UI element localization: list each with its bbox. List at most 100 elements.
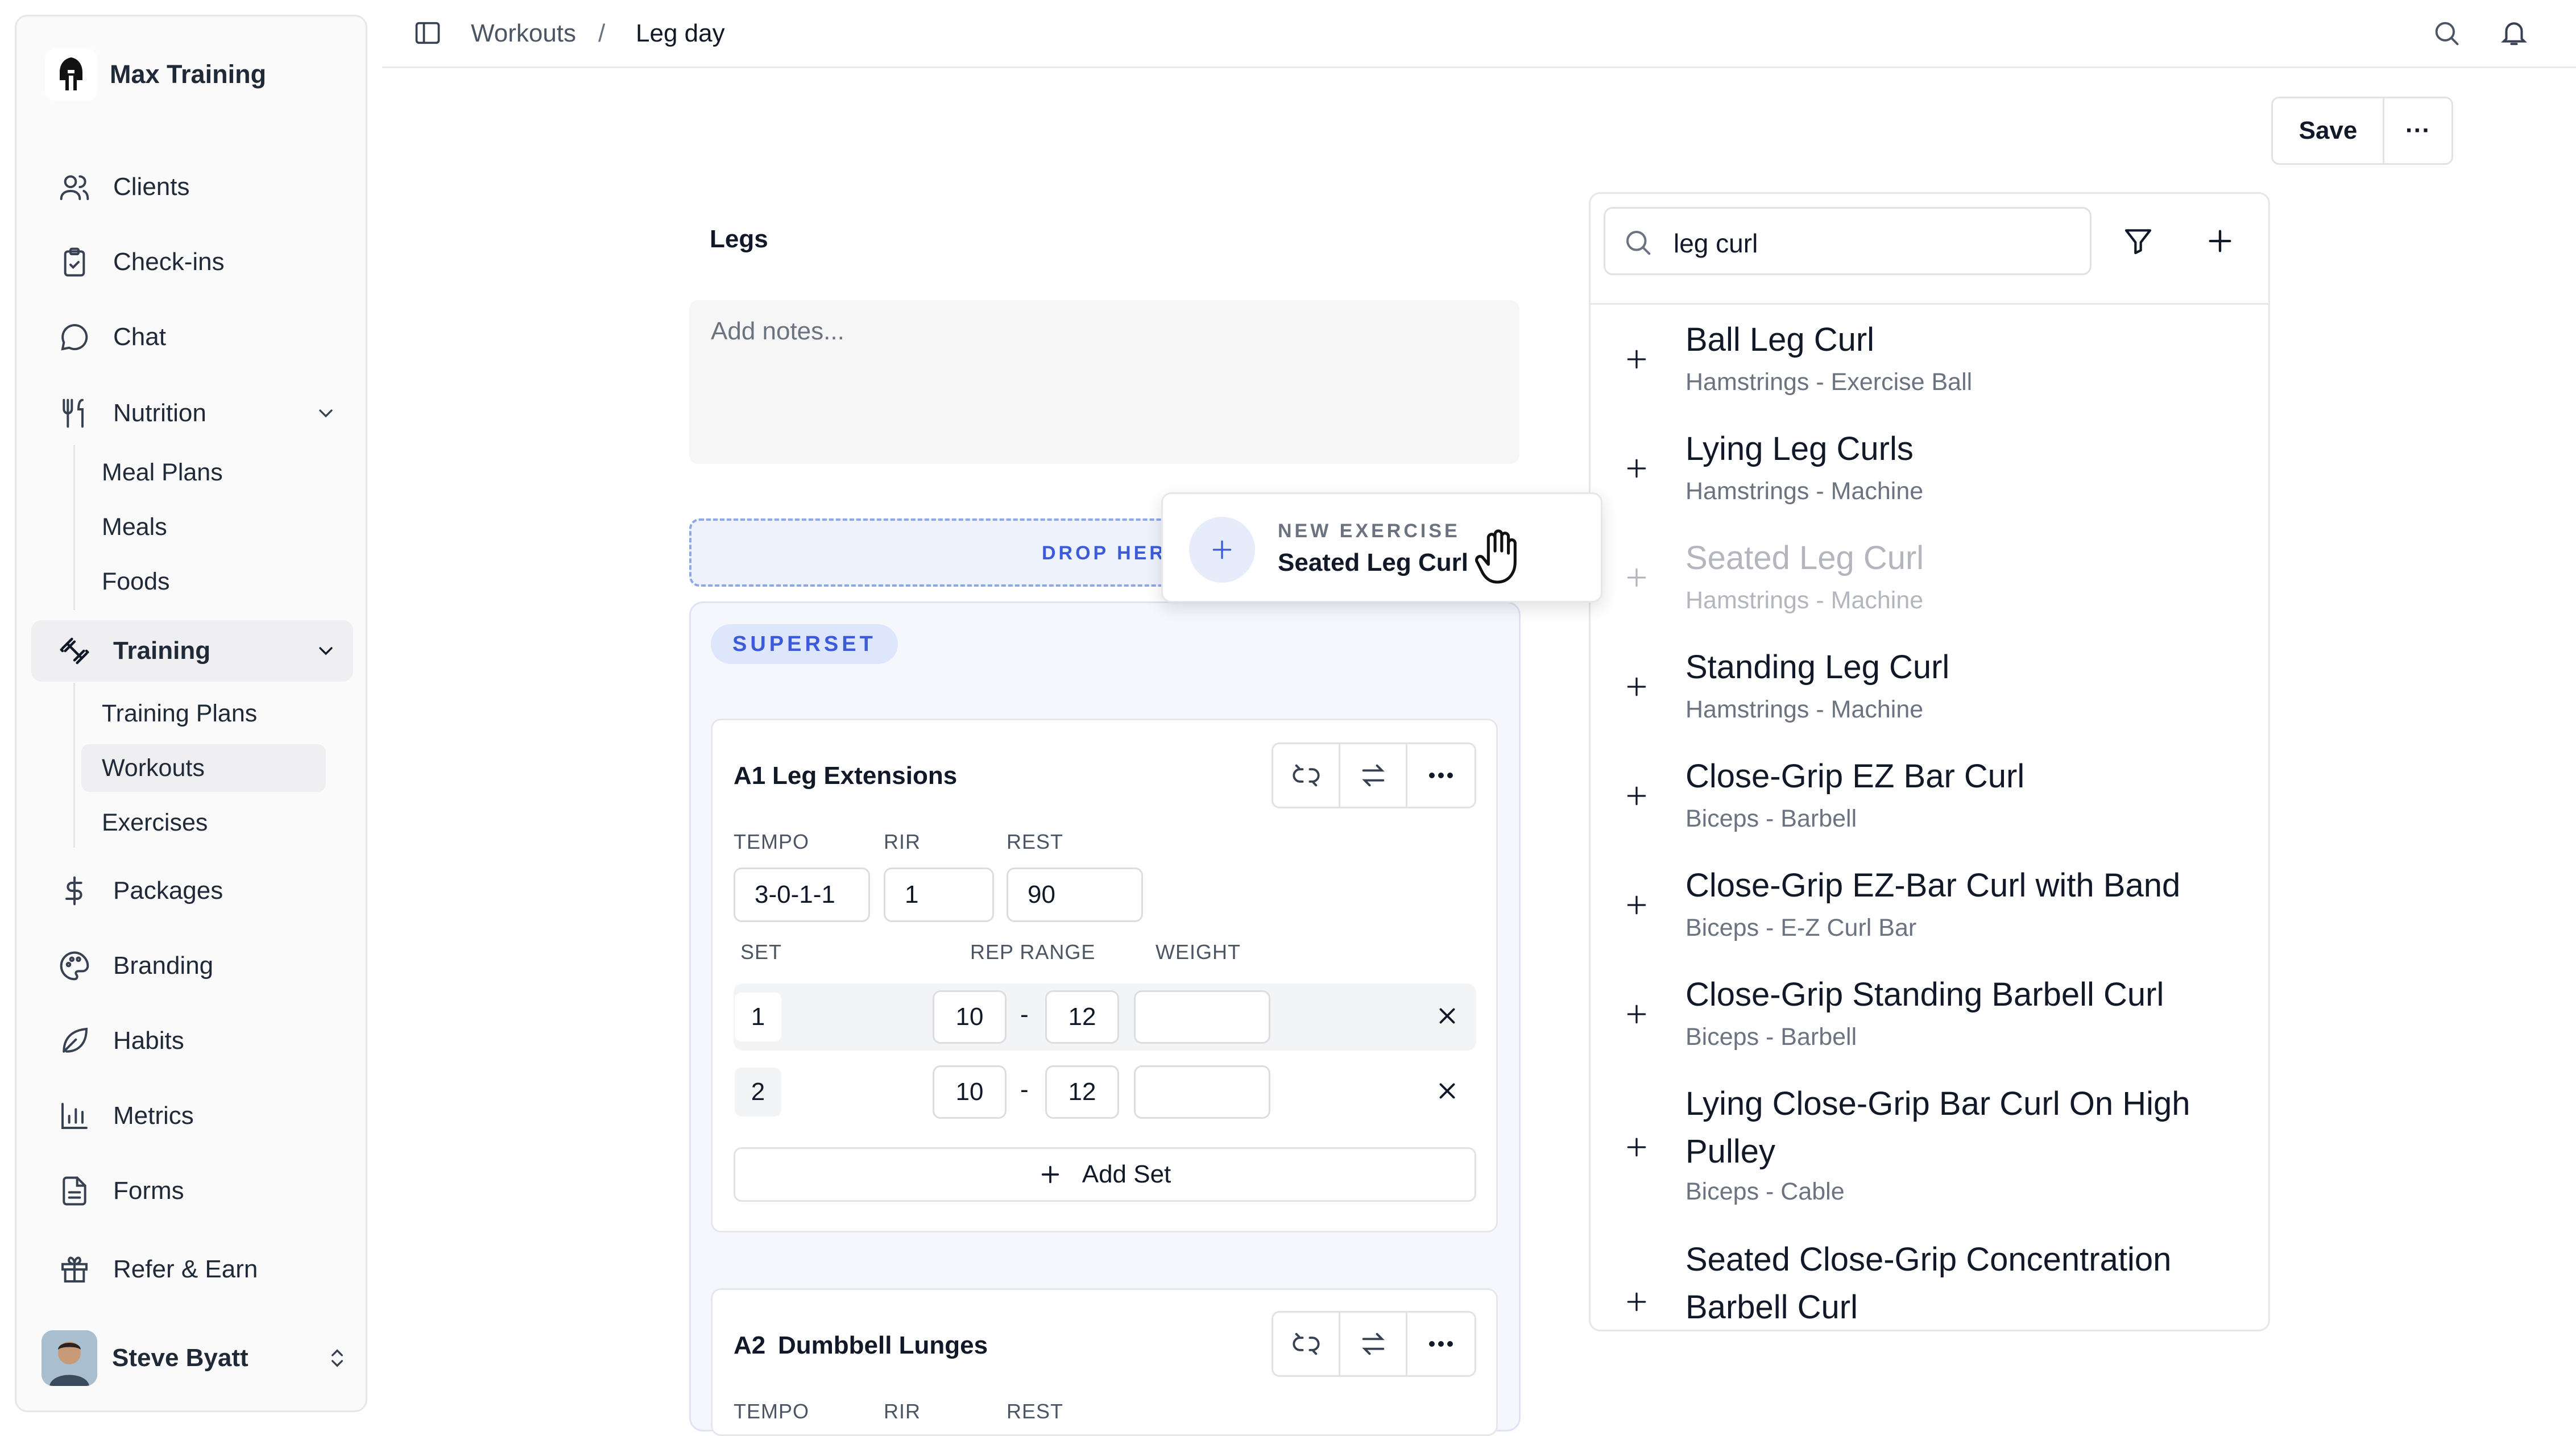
swap-button[interactable] xyxy=(1339,742,1408,808)
sidebar-toggle-icon[interactable] xyxy=(413,18,442,48)
rest-label: REST xyxy=(1007,830,1064,853)
exercise-result-dragging[interactable]: Seated Leg Curl Hamstrings - Machine xyxy=(1590,534,2267,625)
sidebar-item-nutrition[interactable]: Nutrition xyxy=(31,383,353,444)
weight-input[interactable] xyxy=(1134,990,1270,1044)
sidebar-item-forms[interactable]: Forms xyxy=(31,1160,353,1222)
sidebar-item-workouts[interactable]: Workouts xyxy=(81,744,326,792)
plus-icon[interactable] xyxy=(1624,1289,1649,1314)
exercise-result[interactable]: Seated Close-Grip Concentration Barbell … xyxy=(1590,1236,2267,1327)
spartan-helmet-logo-icon xyxy=(45,48,97,101)
unlink-icon xyxy=(1291,1329,1321,1359)
exercise-result[interactable]: Lying Leg Curls Hamstrings - Machine xyxy=(1590,425,2267,516)
plus-icon[interactable] xyxy=(1624,1002,1649,1027)
set-number: 2 xyxy=(735,1068,781,1117)
sidebar-item-packages[interactable]: Packages xyxy=(31,860,353,922)
exercise-result-meta: Biceps - Cable xyxy=(1685,1178,1845,1205)
bell-icon[interactable] xyxy=(2499,17,2529,48)
rep-max-input[interactable]: 12 xyxy=(1045,1065,1119,1119)
exercise-result-name: Lying Close-Grip Bar Curl On High Pulley xyxy=(1685,1085,2190,1170)
user-menu[interactable]: Steve Byatt xyxy=(42,1324,349,1392)
rep-max-input[interactable]: 12 xyxy=(1045,990,1119,1044)
utensils-icon xyxy=(59,397,90,429)
drag-preview-card[interactable]: NEW EXERCISE Seated Leg Curl xyxy=(1161,492,1602,603)
rep-min-input[interactable]: 10 xyxy=(933,990,1007,1044)
sidebar-item-habits[interactable]: Habits xyxy=(31,1010,353,1072)
save-button[interactable]: Save xyxy=(2271,97,2385,165)
sidebar-item-exercises[interactable]: Exercises xyxy=(81,799,326,846)
plus-icon[interactable] xyxy=(1624,783,1649,808)
exercise-result-name: Close-Grip EZ Bar Curl xyxy=(1685,758,2025,795)
sidebar-item-refer-earn[interactable]: Refer & Earn xyxy=(31,1239,353,1300)
sidebar-item-label: Chat xyxy=(113,323,166,351)
sidebar-item-label: Refer & Earn xyxy=(113,1255,258,1283)
rep-min-input[interactable]: 10 xyxy=(933,1065,1007,1119)
plus-icon[interactable] xyxy=(1624,456,1649,481)
plus-icon[interactable] xyxy=(1624,347,1649,372)
sidebar-item-clients[interactable]: Clients xyxy=(31,156,353,218)
breadcrumb-workouts-link[interactable]: Workouts xyxy=(471,19,576,48)
notes-placeholder: Add notes... xyxy=(711,317,844,345)
swap-arrows-icon xyxy=(1359,761,1388,790)
exercise-result[interactable]: Close-Grip Standing Barbell Curl Biceps … xyxy=(1590,971,2267,1062)
plus-icon[interactable] xyxy=(1624,674,1649,699)
plus-icon[interactable] xyxy=(1624,1135,1649,1160)
more-options-button[interactable]: ··· xyxy=(2383,97,2453,165)
rep-range-column-header: REP RANGE xyxy=(970,940,1096,964)
exercise-name[interactable]: Leg Extensions xyxy=(772,762,957,790)
sidebar-item-training-plans[interactable]: Training Plans xyxy=(81,690,326,737)
weight-column-header: WEIGHT xyxy=(1156,940,1241,964)
search-icon[interactable] xyxy=(2432,18,2461,48)
sidebar-item-foods[interactable]: Foods xyxy=(81,558,326,605)
plus-icon[interactable] xyxy=(1624,893,1649,918)
sidebar-item-check-ins[interactable]: Check-ins xyxy=(31,231,353,293)
plus-icon[interactable] xyxy=(1624,565,1649,590)
exercise-result[interactable]: Standing Leg Curl Hamstrings - Machine xyxy=(1590,644,2267,734)
add-set-button[interactable]: Add Set xyxy=(734,1147,1476,1202)
leaf-icon xyxy=(59,1025,90,1057)
rir-input[interactable]: 1 xyxy=(884,868,994,922)
exercise-result[interactable]: Close-Grip EZ-Bar Curl with Band Biceps … xyxy=(1590,862,2267,953)
exercise-more-button[interactable] xyxy=(1406,1311,1476,1377)
users-icon xyxy=(59,171,90,203)
exercise-result-meta: Hamstrings - Machine xyxy=(1685,478,1924,505)
remove-set-icon[interactable] xyxy=(1434,1078,1460,1104)
tempo-input[interactable]: 3-0-1-1 xyxy=(734,868,870,922)
remove-set-icon[interactable] xyxy=(1434,1003,1460,1029)
sidebar-item-label: Meal Plans xyxy=(102,458,223,486)
dumbbell-icon xyxy=(59,635,90,667)
brand[interactable]: Max Training xyxy=(45,48,266,101)
drop-zone[interactable]: DROP HERE xyxy=(689,518,1190,587)
exercise-result[interactable]: Lying Close-Grip Bar Curl On High Pulley… xyxy=(1590,1080,2267,1211)
add-exercise-icon[interactable] xyxy=(2205,226,2235,256)
dollar-icon xyxy=(59,875,90,907)
sidebar-item-meal-plans[interactable]: Meal Plans xyxy=(81,449,326,496)
sidebar-item-branding[interactable]: Branding xyxy=(31,935,353,997)
weight-input[interactable] xyxy=(1134,1065,1270,1119)
sidebar-item-meals[interactable]: Meals xyxy=(81,503,326,551)
rir-label: RIR xyxy=(884,830,921,853)
exercise-name[interactable]: Dumbbell Lunges xyxy=(778,1331,988,1360)
rest-input[interactable]: 90 xyxy=(1007,868,1143,922)
unlink-button[interactable] xyxy=(1272,742,1341,808)
exercise-search-input[interactable]: leg curl xyxy=(1604,207,2092,275)
sidebar-item-label: Nutrition xyxy=(113,399,206,427)
sidebar-item-training[interactable]: Training xyxy=(31,620,353,682)
notes-textarea[interactable]: Add notes... xyxy=(689,300,1519,464)
sidebar-item-metrics[interactable]: Metrics xyxy=(31,1085,353,1147)
chevron-down-icon[interactable] xyxy=(314,640,337,662)
exercise-result[interactable]: Close-Grip EZ Bar Curl Biceps - Barbell xyxy=(1590,753,2267,844)
chevrons-up-down-icon[interactable] xyxy=(326,1347,349,1369)
swap-button[interactable] xyxy=(1339,1311,1408,1377)
tempo-label: TEMPO xyxy=(734,1400,810,1423)
exercise-result-name: Seated Leg Curl xyxy=(1685,539,1924,576)
chevron-down-icon[interactable] xyxy=(314,402,337,425)
exercise-result-name: Seated Close-Grip Concentration Barbell … xyxy=(1685,1241,2172,1326)
exercise-more-button[interactable] xyxy=(1406,742,1476,808)
exercise-result[interactable]: Ball Leg Curl Hamstrings - Exercise Ball xyxy=(1590,316,2267,407)
chat-bubble-icon xyxy=(59,321,90,353)
filter-icon[interactable] xyxy=(2122,225,2154,257)
unlink-button[interactable] xyxy=(1272,1311,1341,1377)
sidebar-item-chat[interactable]: Chat xyxy=(31,306,353,368)
user-name: Steve Byatt xyxy=(112,1344,249,1372)
sidebar-item-label: Training xyxy=(113,637,211,665)
